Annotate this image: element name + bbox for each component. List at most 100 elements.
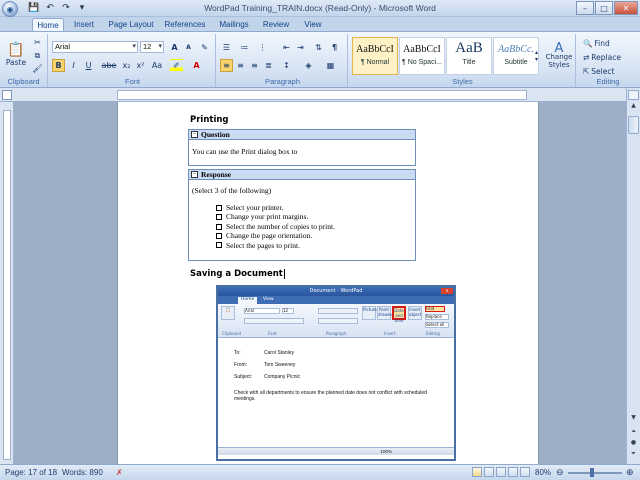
vertical-ruler[interactable] bbox=[0, 102, 14, 464]
shading-icon[interactable]: ◈ bbox=[302, 59, 315, 72]
font-label: Font bbox=[124, 77, 140, 86]
tab-review[interactable]: Review bbox=[260, 18, 292, 32]
embedded-status-bar: 100% bbox=[218, 447, 454, 455]
view-ruler-icon[interactable] bbox=[628, 90, 639, 100]
tab-mailings[interactable]: Mailings bbox=[214, 18, 254, 32]
font-size-combo[interactable]: 12 bbox=[140, 41, 164, 53]
list-item[interactable]: Change the page orientation. bbox=[216, 231, 412, 240]
font-group: Arial 12 A A ✎ B I U abe x₂ x² Aa ✐ A Fo… bbox=[50, 34, 216, 87]
scroll-up-icon[interactable]: ▲ bbox=[628, 102, 639, 113]
select-button[interactable]: ⇱ Select bbox=[582, 65, 615, 77]
question-header[interactable]: – Question bbox=[189, 130, 415, 140]
list-item[interactable]: Select the pages to print. bbox=[216, 241, 412, 250]
grow-font-button[interactable]: A bbox=[168, 41, 181, 54]
style-title[interactable]: AaB Title bbox=[446, 37, 492, 75]
minimize-button[interactable]: – bbox=[576, 1, 594, 15]
copy-icon[interactable]: ⧉ bbox=[31, 49, 44, 62]
replace-button[interactable]: ⇄ Replace bbox=[582, 51, 622, 63]
change-case-button[interactable]: Aa bbox=[148, 59, 166, 72]
align-right-icon[interactable]: ≡ bbox=[248, 59, 261, 72]
insert-object-icon: Insert object bbox=[408, 306, 422, 320]
prev-page-icon[interactable]: ⏶ bbox=[628, 428, 639, 438]
tab-view[interactable]: View bbox=[298, 18, 328, 32]
zoom-in-icon[interactable]: ⊕ bbox=[626, 467, 634, 478]
align-left-icon[interactable]: ≡ bbox=[220, 59, 233, 72]
web-layout-button[interactable] bbox=[496, 467, 506, 477]
word-count[interactable]: Words: 890 bbox=[62, 468, 103, 477]
outline-button[interactable] bbox=[508, 467, 518, 477]
next-page-icon[interactable]: ⏷ bbox=[628, 450, 639, 460]
checkbox-icon[interactable] bbox=[216, 214, 222, 221]
tab-selector[interactable] bbox=[2, 90, 12, 100]
horizontal-ruler[interactable] bbox=[0, 88, 640, 102]
styles-scroll[interactable]: ▴ ▾ bbox=[532, 37, 541, 75]
cut-icon[interactable]: ✂ bbox=[31, 36, 44, 49]
zoom-out-icon[interactable]: ⊖ bbox=[556, 467, 564, 478]
underline-button[interactable]: U bbox=[82, 59, 95, 72]
close-button[interactable]: ✕ bbox=[614, 1, 638, 15]
subscript-button[interactable]: x₂ bbox=[120, 59, 133, 72]
highlight-icon[interactable]: ✐ bbox=[170, 59, 183, 72]
justify-icon[interactable]: ≣ bbox=[262, 59, 275, 72]
increase-indent-icon[interactable]: ⇥ bbox=[294, 41, 307, 54]
shrink-font-button[interactable]: A bbox=[182, 41, 195, 54]
paste-button[interactable]: 📋 Paste bbox=[4, 36, 28, 72]
collapse-icon[interactable]: – bbox=[191, 131, 198, 138]
borders-icon[interactable]: ▦ bbox=[324, 59, 337, 72]
embedded-ribbon: 📋 Arial 12 Picture Paint drawing Date an… bbox=[218, 304, 454, 338]
window-controls: – □ ✕ bbox=[576, 1, 638, 15]
find-button[interactable]: 🔍 Find bbox=[582, 37, 611, 49]
tab-references[interactable]: References bbox=[162, 18, 208, 32]
vertical-scrollbar[interactable]: ▲ ▼ ⏶ ● ⏷ bbox=[626, 88, 640, 464]
checkbox-icon[interactable] bbox=[216, 204, 222, 211]
print-layout-button[interactable] bbox=[472, 467, 482, 477]
format-painter-icon[interactable]: 🖌 bbox=[31, 62, 44, 75]
tab-insert[interactable]: Insert bbox=[68, 18, 100, 32]
style-no-spacing[interactable]: AaBbCcI ¶ No Spaci... bbox=[399, 37, 445, 75]
sort-icon[interactable]: ⇅ bbox=[312, 41, 325, 54]
page-count[interactable]: Page: 17 of 18 bbox=[5, 468, 57, 477]
document-page[interactable]: Printing – Question You can use the Prin… bbox=[117, 102, 539, 464]
tab-page-layout[interactable]: Page Layout bbox=[106, 18, 156, 32]
zoom-level[interactable]: 80% bbox=[535, 468, 551, 477]
bold-button[interactable]: B bbox=[52, 59, 65, 72]
list-item[interactable]: Select your printer. bbox=[216, 203, 412, 212]
list-item[interactable]: Select the number of copies to print. bbox=[216, 222, 412, 231]
superscript-button[interactable]: x² bbox=[134, 59, 147, 72]
multilevel-icon[interactable]: ⋮ bbox=[256, 41, 269, 54]
checkbox-icon[interactable] bbox=[216, 242, 222, 249]
question-text: You can use the Print dialog box to bbox=[192, 147, 298, 156]
italic-button[interactable]: I bbox=[67, 59, 80, 72]
browse-object-icon[interactable]: ● bbox=[628, 439, 639, 449]
style-normal[interactable]: AaBbCcI ¶ Normal bbox=[352, 37, 398, 75]
clipboard-icon: 📋 bbox=[7, 41, 25, 58]
zoom-slider[interactable] bbox=[568, 472, 622, 474]
numbering-icon[interactable]: ≔ bbox=[238, 41, 251, 54]
line-spacing-icon[interactable]: ↕ bbox=[280, 59, 293, 72]
draft-button[interactable] bbox=[520, 467, 530, 477]
decrease-indent-icon[interactable]: ⇤ bbox=[280, 41, 293, 54]
bullets-icon[interactable]: ☰ bbox=[220, 41, 233, 54]
scroll-thumb[interactable] bbox=[628, 116, 639, 134]
list-item[interactable]: Change your print margins. bbox=[216, 212, 412, 221]
proofing-icon[interactable]: ✗ bbox=[116, 468, 123, 477]
scroll-down-icon[interactable]: ▼ bbox=[628, 414, 639, 425]
zoom-slider-thumb[interactable] bbox=[590, 468, 594, 477]
heading-saving: Saving a Document bbox=[190, 269, 285, 279]
full-screen-button[interactable] bbox=[484, 467, 494, 477]
change-styles-button[interactable]: A Change Styles bbox=[543, 37, 575, 77]
embedded-field: Subject: Company Picnic bbox=[234, 374, 301, 380]
maximize-button[interactable]: □ bbox=[595, 1, 613, 15]
checkbox-icon[interactable] bbox=[216, 223, 222, 230]
clear-format-icon[interactable]: ✎ bbox=[198, 41, 211, 54]
align-center-icon[interactable]: ≡ bbox=[234, 59, 247, 72]
show-marks-button[interactable]: ¶ bbox=[328, 41, 341, 54]
response-header[interactable]: – Response bbox=[189, 170, 415, 180]
tab-home[interactable]: Home bbox=[32, 18, 64, 32]
checkbox-icon[interactable] bbox=[216, 232, 222, 239]
strikethrough-button[interactable]: abe bbox=[100, 59, 118, 72]
text-cursor bbox=[283, 269, 285, 279]
font-color-icon[interactable]: A bbox=[190, 59, 203, 72]
collapse-icon[interactable]: – bbox=[191, 171, 198, 178]
font-name-combo[interactable]: Arial bbox=[52, 41, 138, 53]
